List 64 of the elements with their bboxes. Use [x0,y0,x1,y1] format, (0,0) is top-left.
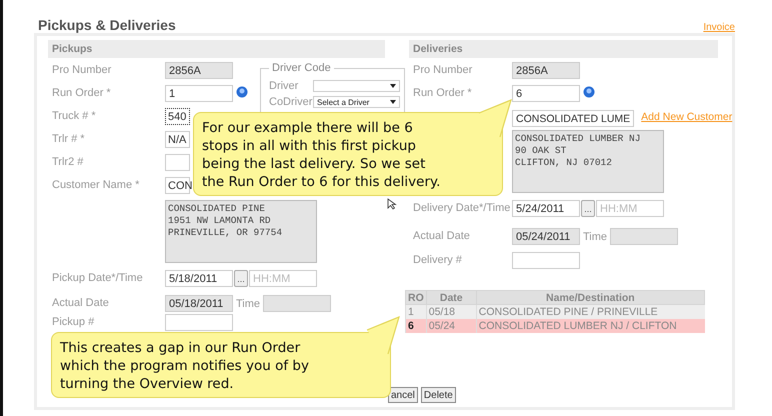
run-order-field[interactable]: 1 [165,85,233,102]
actual-date-field: 05/18/2011 [165,295,233,312]
field-label: Customer Name * [51,178,140,191]
field-label: Pickup Date*/Time [51,271,144,284]
column-header: Date [426,290,476,304]
input-field[interactable]: CON [165,177,190,194]
driver-select[interactable] [313,80,400,92]
table-cell: 1 [406,304,426,318]
run-order-field[interactable]: 6 [512,85,580,102]
field-label: Actual Date [51,296,110,309]
table-cell: CONSOLIDATED LUMBER NJ / CLIFTON [476,318,704,332]
address-field[interactable]: CONSOLIDATED PINE 1951 NW LAMONTA RD PRINEVILLE, OR 97754 [165,200,317,263]
pro-number-field: 2856A [512,62,580,79]
form-button[interactable]: ancel [388,387,418,403]
time-field [610,228,678,245]
column-header: RO [406,290,426,304]
input-field[interactable] [165,314,233,331]
section-header: Pickups [48,40,385,58]
field-label: Trlr # * [51,132,86,145]
address-field[interactable]: CONSOLIDATED LUMBER NJ 90 OAK ST CLIFTON, NJ 07012 [512,130,664,193]
customer-field[interactable]: CONSOLIDATED LUME [512,110,634,127]
page-title: Pickups & Deliveries [38,17,176,33]
input-field[interactable] [512,252,580,269]
info-icon[interactable] [236,86,248,98]
field-label: Delivery Date*/Time [412,201,512,214]
field-label: Pickup # [51,315,96,328]
caret-icon [390,84,396,88]
field-label: Driver [269,80,298,92]
overview-row[interactable]: 6 05/24 CONSOLIDATED LUMBER NJ / CLIFTON [406,318,704,332]
group-legend: Driver Code [269,62,334,74]
input-field[interactable]: 540 [165,108,190,125]
callout: For our example there will be 6 stops in all with this first pickup being the last delivery. So we set the Run Order to 6 for this delivery. [193,112,503,196]
table-cell: 05/18 [426,304,476,318]
field-label: CoDriver [269,96,312,108]
pro-number-field: 2856A [165,62,233,79]
field-label: Delivery # [412,253,463,266]
actual-date-field: 05/24/2011 [512,228,580,245]
form-button[interactable]: Delete [420,387,456,403]
field-label: Run Order * [412,86,473,99]
field-label: Pro Number [412,63,474,76]
date-picker-button[interactable]: ... [581,200,595,217]
time-field [263,295,332,312]
field-label: Pro Number [51,63,112,76]
cursor-icon [387,198,397,210]
table-cell: 6 [406,318,426,332]
field-label: Truck # * [51,109,97,122]
input-field[interactable] [165,154,190,171]
time-label: Time [236,298,260,310]
date-field[interactable]: 5/18/2011 [165,270,233,287]
time-label: Time [583,231,608,243]
field-label: Run Order * [51,86,112,99]
table-cell: CONSOLIDATED PINE / PRINEVILLE [476,304,704,318]
info-icon[interactable] [583,86,595,98]
input-field[interactable]: N/A [165,131,190,148]
field-label: Actual Date [412,229,471,242]
callout: This creates a gap in our Run Order which the program notifies you of by turning the Overview red. [51,332,391,398]
driver-select[interactable]: Select a Driver [313,96,400,108]
field-label: Trlr2 # [51,155,84,168]
caret-icon [390,100,396,104]
date-picker-button[interactable]: ... [234,270,248,287]
date-field[interactable]: 5/24/2011 [512,200,580,217]
section-header: Deliveries [409,40,718,58]
table-cell: 05/24 [426,318,476,332]
column-header: Name/Destination [476,290,704,304]
